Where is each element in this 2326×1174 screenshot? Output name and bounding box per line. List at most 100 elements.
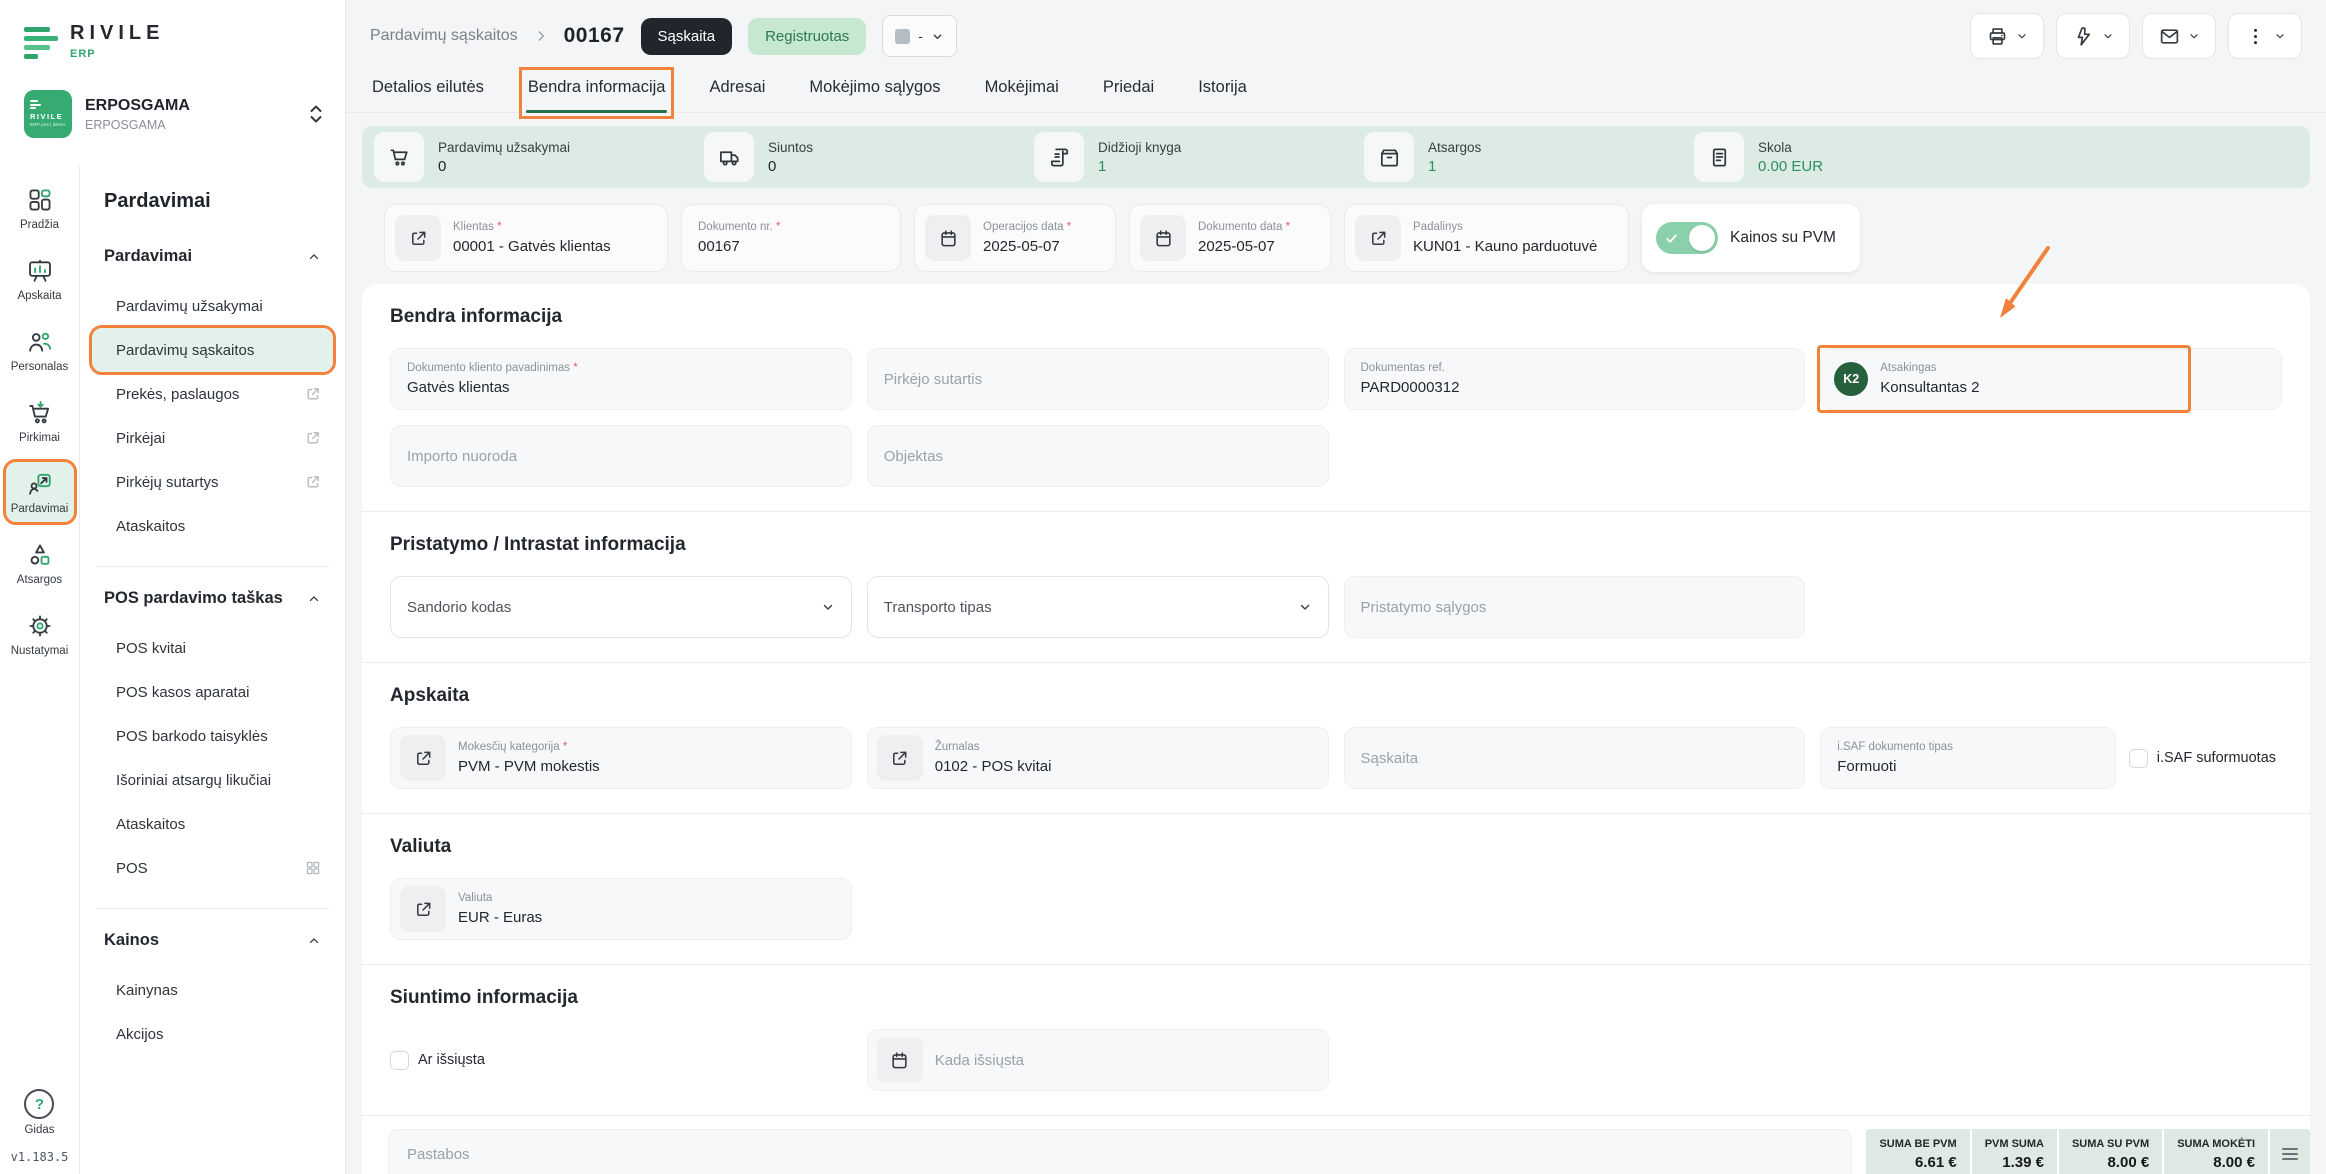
status-badge: Registruotas bbox=[748, 18, 866, 55]
chevron-down-icon bbox=[2188, 30, 2200, 42]
menu-item-pirkejai[interactable]: Pirkėjai bbox=[92, 416, 333, 460]
totals-menu-button[interactable] bbox=[2268, 1129, 2310, 1174]
section-apskaita: Apskaita Mokesčių kategorijaPVM - PVM mo… bbox=[362, 663, 2310, 814]
menu-item-pos-barkodo-taisykles[interactable]: POS barkodo taisyklės bbox=[92, 714, 333, 758]
icon-rail: Pradžia Apskaita Personalas Pirkimai Par… bbox=[0, 166, 80, 1174]
atsakingas-field[interactable]: K2 AtsakingasKonsultantas 2 bbox=[1820, 348, 2282, 410]
menu-group-kainos[interactable]: Kainos bbox=[92, 927, 333, 954]
dokumento-kliento-pavadinimas-field[interactable]: Dokumento kliento pavadinimasGatvės klie… bbox=[390, 348, 852, 410]
workspace-badge-icon: RIVILE ERP pos | demo bbox=[24, 90, 72, 138]
menu-item-pos-kvitai[interactable]: POS kvitai bbox=[92, 626, 333, 670]
actions-button[interactable] bbox=[2056, 13, 2130, 59]
menu-item-pos-ataskaitos[interactable]: Ataskaitos bbox=[92, 802, 333, 846]
padalinys-field[interactable]: PadalinysKUN01 - Kauno parduotuvė bbox=[1344, 204, 1629, 272]
topbar: Pardavimų sąskaitos 00167 Sąskaita Regis… bbox=[346, 0, 2326, 72]
tab-detalios-eilutes[interactable]: Detalios eilutės bbox=[370, 74, 486, 112]
checkbox-input[interactable] bbox=[2129, 749, 2148, 768]
valiuta-field[interactable]: ValiutaEUR - Euras bbox=[390, 878, 852, 940]
menu-item-pardavimu-saskaitos[interactable]: Pardavimų sąskaitos bbox=[92, 328, 333, 372]
rail-item-pradzia[interactable]: Pradžia bbox=[6, 178, 74, 238]
stat-skola[interactable]: Skola0.00 EUR bbox=[1694, 132, 2024, 182]
dokumento-nr-field[interactable]: Dokumento nr.00167 bbox=[681, 204, 901, 272]
isaf-dokumento-tipas-field[interactable]: i.SAF dokumento tipasFormuoti bbox=[1820, 727, 2116, 789]
stat-siuntos[interactable]: Siuntos0 bbox=[704, 132, 1034, 182]
cart-icon bbox=[374, 132, 424, 182]
stat-pardavimu-uzsakymai[interactable]: Pardavimų užsakymai0 bbox=[374, 132, 704, 182]
external-link-icon bbox=[395, 215, 441, 261]
chevron-down-icon bbox=[931, 30, 944, 43]
menu-item-ataskaitos[interactable]: Ataskaitos bbox=[92, 504, 333, 548]
menu-item-prekes-paslaugos[interactable]: Prekės, paslaugos bbox=[92, 372, 333, 416]
importo-nuoroda-field[interactable]: Importo nuoroda bbox=[390, 425, 852, 487]
menu-divider bbox=[96, 908, 329, 909]
operacijos-data-field[interactable]: Operacijos data2025-05-07 bbox=[914, 204, 1116, 272]
transporto-tipas-select[interactable]: Transporto tipas bbox=[867, 576, 1329, 638]
section-pristatymo: Pristatymo / Intrastat informacija Sando… bbox=[362, 512, 2310, 663]
external-link-icon bbox=[305, 430, 321, 446]
email-button[interactable] bbox=[2142, 13, 2216, 59]
menu-divider bbox=[96, 566, 329, 567]
menu-item-pos-kasos-aparatai[interactable]: POS kasos aparatai bbox=[92, 670, 333, 714]
tab-istorija[interactable]: Istorija bbox=[1196, 74, 1249, 112]
objektas-field[interactable]: Objektas bbox=[867, 425, 1329, 487]
menu-item-akcijos[interactable]: Akcijos bbox=[92, 1012, 333, 1056]
kainos-su-pvm-toggle[interactable]: Kainos su PVM bbox=[1642, 204, 1860, 272]
totals-strip: SUMA BE PVM 6.61 € PVM SUMA 1.39 € SUMA … bbox=[1866, 1129, 2310, 1174]
chevron-down-icon bbox=[2016, 30, 2028, 42]
rail-item-pirkimai[interactable]: Pirkimai bbox=[6, 391, 74, 451]
saskaita-field[interactable]: Sąskaita bbox=[1344, 727, 1806, 789]
rail-item-atsargos[interactable]: Atsargos bbox=[6, 533, 74, 593]
print-button[interactable] bbox=[1970, 13, 2044, 59]
menu-item-kainynas[interactable]: Kainynas bbox=[92, 968, 333, 1012]
dashboard-icon bbox=[27, 187, 53, 213]
rail-item-apskaita[interactable]: Apskaita bbox=[6, 249, 74, 309]
breadcrumb[interactable]: Pardavimų sąskaitos bbox=[370, 27, 518, 45]
envelope-icon bbox=[2159, 26, 2180, 47]
menu-item-pardavimu-uzsakymai[interactable]: Pardavimų užsakymai bbox=[92, 284, 333, 328]
menu-item-pirkeju-sutartys[interactable]: Pirkėjų sutartys bbox=[92, 460, 333, 504]
pristatymo-salygos-field[interactable]: Pristatymo sąlygos bbox=[1344, 576, 1806, 638]
kada-issiusta-field[interactable]: Kada išsiųsta bbox=[867, 1029, 1329, 1091]
zurnalas-field[interactable]: Žurnalas0102 - POS kvitai bbox=[867, 727, 1329, 789]
tab-adresai[interactable]: Adresai bbox=[707, 74, 767, 112]
dokumento-data-field[interactable]: Dokumento data2025-05-07 bbox=[1129, 204, 1331, 272]
dokumentas-ref-field[interactable]: Dokumentas ref.PARD0000312 bbox=[1344, 348, 1806, 410]
menu-item-isoriniai-atsargu-likuciai[interactable]: Išoriniai atsargų likučiai bbox=[92, 758, 333, 802]
rivile-logo-icon bbox=[24, 22, 58, 59]
tab-bendra-informacija[interactable]: Bendra informacija bbox=[526, 74, 668, 112]
toggle-switch[interactable] bbox=[1656, 222, 1718, 254]
external-link-icon bbox=[305, 474, 321, 490]
more-button[interactable] bbox=[2228, 13, 2302, 59]
guide-button[interactable]: Gidas bbox=[24, 1089, 54, 1136]
mokesciu-kategorija-field[interactable]: Mokesčių kategorijaPVM - PVM mokestis bbox=[390, 727, 852, 789]
isaf-suformuotas-checkbox[interactable]: i.SAF suformuotas bbox=[2129, 749, 2276, 768]
checkbox-input[interactable] bbox=[390, 1051, 409, 1070]
pirkejo-sutartis-field[interactable]: Pirkėjo sutartis bbox=[867, 348, 1329, 410]
guide-label: Gidas bbox=[24, 1124, 54, 1136]
ar-issiusta-checkbox[interactable]: Ar išsiųsta bbox=[390, 1051, 852, 1070]
notes-input[interactable] bbox=[388, 1129, 1852, 1174]
status-select[interactable]: - bbox=[882, 15, 957, 57]
rail-item-nustatymai[interactable]: Nustatymai bbox=[6, 604, 74, 664]
chevron-up-icon bbox=[307, 592, 321, 606]
tab-mokejimo-salygos[interactable]: Mokėjimo sąlygos bbox=[807, 74, 942, 112]
chevron-down-icon bbox=[2274, 30, 2286, 42]
menu-item-pos[interactable]: POS bbox=[92, 846, 333, 890]
tab-priedai[interactable]: Priedai bbox=[1101, 74, 1156, 112]
rail-item-personalas[interactable]: Personalas bbox=[6, 320, 74, 380]
stat-didzioji-knyga[interactable]: Didžioji knyga1 bbox=[1034, 132, 1364, 182]
rail-item-pardavimai[interactable]: Pardavimai bbox=[6, 462, 74, 522]
form-panel: Bendra informacija Dokumento kliento pav… bbox=[362, 284, 2310, 1174]
stat-atsargos[interactable]: Atsargos1 bbox=[1364, 132, 1694, 182]
menu-group-pardavimai[interactable]: Pardavimai bbox=[92, 243, 333, 270]
menu-group-pos[interactable]: POS pardavimo taškas bbox=[92, 585, 333, 612]
workspace-name: ERPOSGAMA bbox=[85, 97, 190, 115]
app-logo: RIVILE ERP bbox=[18, 22, 329, 60]
tab-mokejimai[interactable]: Mokėjimai bbox=[983, 74, 1061, 112]
klientas-field[interactable]: Klientas00001 - Gatvės klientas bbox=[384, 204, 668, 272]
lightning-icon bbox=[2073, 26, 2094, 47]
workspace-chevrons-icon bbox=[309, 104, 323, 124]
workspace-selector[interactable]: RIVILE ERP pos | demo ERPOSGAMA ERPOSGAM… bbox=[18, 86, 329, 142]
sandorio-kodas-select[interactable]: Sandorio kodas bbox=[390, 576, 852, 638]
total-pvm-suma: PVM SUMA 1.39 € bbox=[1970, 1129, 2057, 1174]
